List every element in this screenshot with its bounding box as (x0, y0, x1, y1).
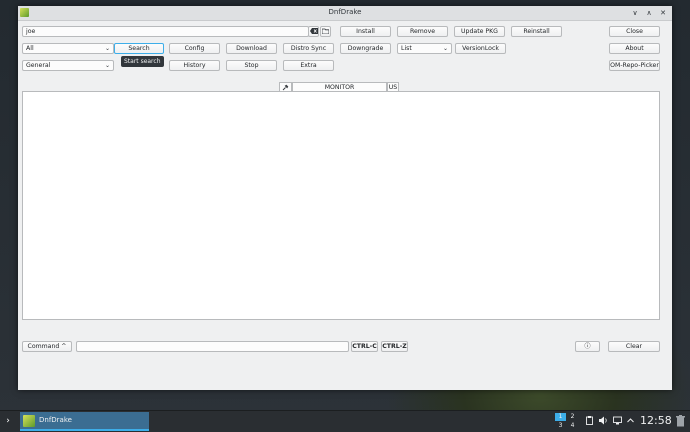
update-pkg-button[interactable]: Update PKG (454, 26, 505, 37)
output-area[interactable] (22, 91, 660, 320)
clock[interactable]: 12:58 (640, 414, 672, 427)
install-button[interactable]: Install (340, 26, 391, 37)
filter-combo[interactable]: All ⌄ (22, 43, 114, 54)
pager-desktop-4[interactable]: 4 (567, 422, 578, 430)
config-button[interactable]: Config (169, 43, 220, 54)
app-window: DnfDrake ∨ ∧ ✕ joe Install Remove Update… (18, 6, 672, 390)
taskbar-item-dnfdrake[interactable]: DnfDrake (20, 412, 149, 431)
remove-button[interactable]: Remove (397, 26, 448, 37)
pager-desktop-2[interactable]: 2 (567, 413, 578, 421)
volume-icon[interactable] (599, 416, 608, 428)
search-input-value: joe (26, 28, 36, 35)
chevron-down-icon: ⌄ (104, 62, 110, 69)
chevron-down-icon: ⌄ (104, 45, 110, 52)
extra-button[interactable]: Extra (283, 60, 334, 71)
downgrade-button[interactable]: Downgrade (340, 43, 391, 54)
clear-button[interactable]: Clear (608, 341, 660, 352)
search-tooltip: Start search (121, 56, 164, 67)
taskbar: › DnfDrake 1 2 3 4 12:58 (0, 410, 690, 432)
pager-desktop-1[interactable]: 1 (555, 413, 566, 421)
command-input[interactable] (76, 341, 349, 352)
stop-button[interactable]: Stop (226, 60, 277, 71)
chevron-up-icon[interactable] (627, 416, 634, 428)
download-button[interactable]: Download (226, 43, 277, 54)
chevron-down-icon: ⌄ (442, 45, 448, 52)
reinstall-button[interactable]: Reinstall (511, 26, 562, 37)
folder-icon[interactable] (320, 26, 331, 37)
taskbar-item-label: DnfDrake (39, 416, 72, 424)
distro-sync-button[interactable]: Distro Sync (283, 43, 334, 54)
om-repo-picker-button[interactable]: OM-Repo-Picker (609, 60, 660, 71)
close-button[interactable]: Close (609, 26, 660, 37)
command-button[interactable]: Command ^ (22, 341, 72, 352)
search-button[interactable]: Search (114, 43, 164, 54)
clipboard-icon[interactable] (586, 416, 593, 428)
group-combo[interactable]: General ⌄ (22, 60, 114, 71)
close-window-icon[interactable]: ✕ (658, 8, 668, 18)
ctrl-c-button[interactable]: CTRL-C (351, 341, 378, 352)
history-button[interactable]: History (169, 60, 220, 71)
maximize-icon[interactable]: ∧ (644, 8, 654, 18)
search-input[interactable]: joe (22, 26, 309, 37)
pager-desktop-3[interactable]: 3 (555, 422, 566, 430)
network-icon[interactable] (613, 416, 622, 428)
list-combo[interactable]: List ⌄ (397, 43, 452, 54)
titlebar[interactable]: DnfDrake ∨ ∧ ✕ (18, 6, 672, 21)
app-icon (23, 415, 35, 427)
window-title: DnfDrake (328, 8, 362, 16)
ctrl-z-button[interactable]: CTRL-Z (381, 341, 408, 352)
virtual-desktop-pager[interactable]: 1 2 3 4 (555, 413, 579, 430)
launcher-icon[interactable]: › (2, 415, 14, 427)
trash-icon[interactable] (676, 415, 685, 430)
about-button[interactable]: About (609, 43, 660, 54)
minimize-icon[interactable]: ∨ (630, 8, 640, 18)
list-combo-value: List (401, 45, 412, 52)
group-combo-value: General (26, 62, 51, 69)
versionlock-button[interactable]: VersionLock (455, 43, 506, 54)
filter-combo-value: All (26, 45, 34, 52)
info-icon[interactable]: ⓘ (575, 341, 600, 352)
clear-text-icon[interactable] (308, 26, 319, 37)
